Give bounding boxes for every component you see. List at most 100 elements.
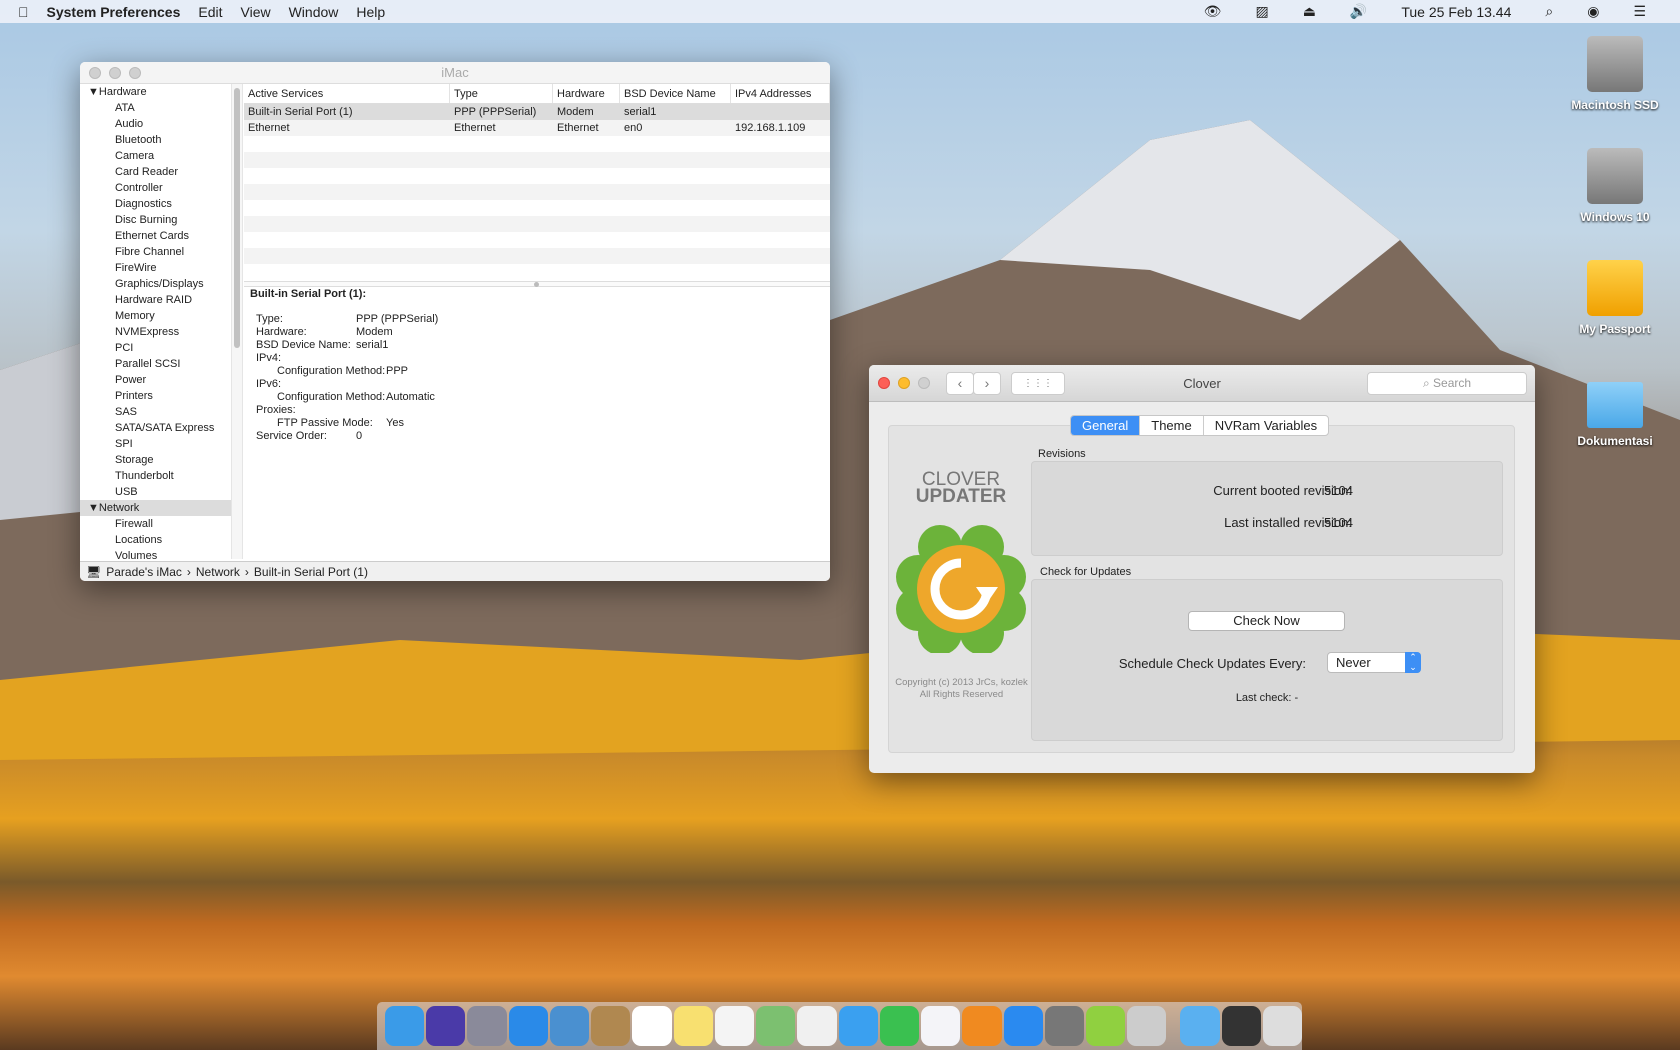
sidebar-item[interactable]: SPI (80, 436, 231, 452)
sidebar-item[interactable]: SAS (80, 404, 231, 420)
dock-calendar-icon[interactable] (632, 1006, 672, 1046)
dock-terminal-icon[interactable] (1221, 1006, 1261, 1046)
path-item[interactable]: Parade's iMac (106, 565, 182, 579)
spotlight-icon[interactable]: ⌕ (1545, 3, 1553, 20)
table-cell (731, 104, 830, 120)
dock-launchpad-icon[interactable] (467, 1006, 507, 1046)
dock-clover-icon[interactable] (1085, 1006, 1126, 1046)
eject-icon[interactable]: ⏏ (1303, 3, 1316, 20)
dock-downloads-icon[interactable] (1180, 1006, 1220, 1046)
dock-app-store-icon[interactable] (1003, 1006, 1043, 1046)
path-item[interactable]: Built-in Serial Port (1) (254, 565, 368, 579)
sidebar-item[interactable]: Storage (80, 452, 231, 468)
sidebar-item[interactable]: FireWire (80, 260, 231, 276)
detail-row: Configuration Method: Automatic (277, 391, 435, 403)
sidebar-item[interactable]: ATA (80, 100, 231, 116)
desktop-icon-my-passport[interactable]: My Passport (1560, 260, 1670, 336)
sidebar-item[interactable]: PCI (80, 340, 231, 356)
dock-system-preferences-icon[interactable] (1044, 1006, 1084, 1046)
sidebar-item[interactable]: Locations (80, 532, 231, 548)
zoom-button[interactable] (129, 67, 141, 79)
sidebar-item[interactable]: Hardware RAID (80, 292, 231, 308)
sidebar-item[interactable]: NVMExpress (80, 324, 231, 340)
sidebar-item[interactable]: Disc Burning (80, 212, 231, 228)
tab-general[interactable]: General (1071, 416, 1141, 435)
chevron-updown-icon: ⌃ ⌄ (1405, 652, 1421, 673)
table-cell: 192.168.1.109 (735, 122, 806, 134)
dock-contacts-icon[interactable] (591, 1006, 631, 1046)
apple-icon[interactable]:  (18, 4, 29, 20)
detail-row: FTP Passive Mode: Yes (277, 417, 404, 429)
last-check: Last check: - (1235, 692, 1299, 704)
sidebar-item[interactable]: Printers (80, 388, 231, 404)
search-input[interactable]: ⌕ Search (1367, 372, 1527, 395)
desktop-icon-windows[interactable]: Windows 10 (1560, 148, 1670, 224)
volume-icon[interactable]: 🔊 (1350, 3, 1367, 20)
sidebar-item[interactable]: SATA/SATA Express (80, 420, 231, 436)
minimize-button[interactable] (109, 67, 121, 79)
sidebar-item[interactable]: Audio (80, 116, 231, 132)
sidebar-item[interactable]: Ethernet Cards (80, 228, 231, 244)
col-bsd[interactable]: BSD Device Name (620, 84, 731, 103)
sidebar-item[interactable]: Memory (80, 308, 231, 324)
dock-facetime-icon[interactable] (879, 1006, 920, 1046)
check-now-button[interactable]: Check Now (1188, 611, 1345, 631)
dock-itunes-icon[interactable] (921, 1006, 961, 1046)
tab-nvram-variables[interactable]: NVRam Variables (1204, 416, 1328, 435)
table-row[interactable]: Ethernet Ethernet Ethernet en0 192.168.1.109 (244, 120, 830, 136)
sidebar-item[interactable]: Controller (80, 180, 231, 196)
dock-siri-icon[interactable] (426, 1006, 466, 1046)
sidebar-item[interactable]: Volumes (80, 548, 231, 559)
sidebar-item[interactable]: Fibre Channel (80, 244, 231, 260)
dock-photos-icon[interactable] (797, 1006, 837, 1046)
empty-row (244, 168, 830, 184)
notification-center-icon[interactable]: ☰ (1633, 3, 1646, 20)
tab-theme[interactable]: Theme (1140, 416, 1204, 435)
sidebar-item[interactable]: ▼Hardware (80, 84, 231, 100)
desktop-icon-dokumentasi[interactable]: Dokumentasi (1560, 372, 1670, 448)
sidebar-item[interactable]: Card Reader (80, 164, 231, 180)
desktop-icon-macintosh-ssd[interactable]: Macintosh SSD (1560, 36, 1670, 112)
sidebar-item[interactable]: Diagnostics (80, 196, 231, 212)
dock-mail-icon[interactable] (549, 1006, 590, 1046)
clock[interactable]: Tue 25 Feb 13.44 (1401, 4, 1511, 20)
sidebar-item[interactable]: Camera (80, 148, 231, 164)
siri-icon[interactable]: ◉ (1587, 3, 1599, 20)
dock-messages-icon[interactable] (838, 1006, 878, 1046)
table-cell: Ethernet (454, 122, 496, 134)
table-row[interactable]: Built-in Serial Port (1) PPP (PPPSerial) M… (244, 104, 830, 120)
dock-safari-icon[interactable] (508, 1006, 548, 1046)
sidebar-item[interactable]: Graphics/Displays (80, 276, 231, 292)
menu-help[interactable]: Help (356, 4, 385, 20)
services-table: Active Services Type Hardware BSD Device… (244, 84, 830, 281)
dock-ibooks-icon[interactable] (962, 1006, 1002, 1046)
col-hardware[interactable]: Hardware (553, 84, 620, 103)
close-button[interactable] (89, 67, 101, 79)
sidebar-scrollbar[interactable] (231, 84, 243, 559)
activity-monitor-icon[interactable]: ▨ (1255, 3, 1268, 20)
sidebar-item[interactable]: ▼Network (80, 500, 231, 516)
col-active-services[interactable]: Active Services (244, 84, 450, 103)
sidebar-item[interactable]: Thunderbolt (80, 468, 231, 484)
dock-maps-icon[interactable] (756, 1006, 796, 1046)
revisions-box: Current booted revision: 5104 Last insta… (1031, 461, 1503, 556)
dock-utility-icon[interactable] (1127, 1006, 1167, 1046)
menu-view[interactable]: View (241, 4, 271, 20)
col-ipv4[interactable]: IPv4 Addresses (731, 84, 830, 103)
dock-finder-icon[interactable] (385, 1006, 425, 1046)
sidebar-item[interactable]: Bluetooth (80, 132, 231, 148)
sidebar-item[interactable]: Parallel SCSI (80, 356, 231, 372)
sidebar-item[interactable]: Power (80, 372, 231, 388)
menu-app-name[interactable]: System Preferences (47, 4, 181, 20)
col-type[interactable]: Type (450, 84, 553, 103)
menu-window[interactable]: Window (289, 4, 339, 20)
sidebar-item[interactable]: Firewall (80, 516, 231, 532)
dock-trash-icon[interactable] (1262, 1006, 1303, 1046)
menu-edit[interactable]: Edit (198, 4, 222, 20)
dock-reminders-icon[interactable] (714, 1006, 755, 1046)
path-item[interactable]: Network (196, 565, 240, 579)
schedule-popup[interactable]: Never ⌃ ⌄ (1327, 652, 1421, 673)
dock-notes-icon[interactable] (673, 1006, 713, 1046)
sidebar-item[interactable]: USB (80, 484, 231, 500)
nvidia-icon[interactable]: 👁 (1204, 3, 1222, 20)
